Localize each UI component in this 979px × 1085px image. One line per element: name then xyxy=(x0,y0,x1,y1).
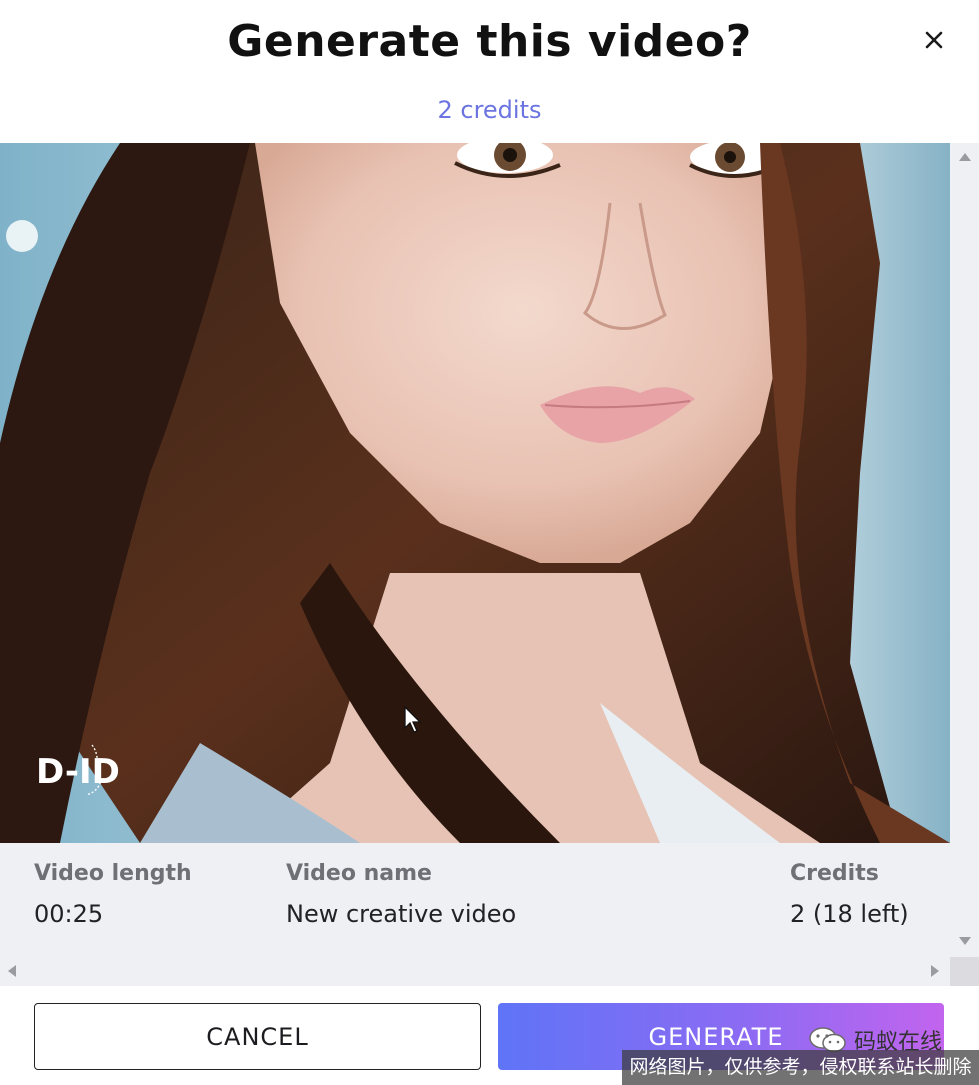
close-icon[interactable] xyxy=(918,24,950,56)
dialog-header: Generate this video? 2 credits xyxy=(0,0,979,143)
copyright-notice: 网络图片，仅供参考，侵权联系站长删除 xyxy=(622,1050,979,1085)
dialog-title: Generate this video? xyxy=(227,16,752,67)
scroll-up-icon[interactable] xyxy=(959,153,971,161)
credits-cost: 2 credits xyxy=(437,96,542,124)
video-name-label: Video name xyxy=(286,861,432,886)
generate-video-dialog: Generate this video? 2 credits D-ID Vide… xyxy=(0,0,979,1085)
scroll-right-icon[interactable] xyxy=(931,965,939,977)
credits-label: Credits xyxy=(790,861,879,886)
credits-value: 2 (18 left) xyxy=(790,900,909,928)
scroll-down-icon[interactable] xyxy=(959,937,971,945)
generate-button-label: GENERATE xyxy=(648,1022,784,1051)
video-info: Video length 00:25 Video name New creati… xyxy=(0,843,950,955)
scroll-left-icon[interactable] xyxy=(8,965,16,977)
video-name-value: New creative video xyxy=(286,900,517,928)
horizontal-scrollbar[interactable] xyxy=(0,955,950,986)
video-name-group: Video name New creative video xyxy=(286,861,516,928)
svg-text:D-ID: D-ID xyxy=(36,752,120,792)
cancel-button[interactable]: CANCEL xyxy=(34,1003,481,1070)
video-length-group: Video length 00:25 xyxy=(34,861,192,928)
did-logo: D-ID xyxy=(36,744,120,796)
vertical-scrollbar[interactable] xyxy=(950,143,979,955)
mouse-cursor-icon xyxy=(404,706,422,733)
scrollbar-corner xyxy=(950,957,979,986)
video-length-label: Video length xyxy=(34,861,192,886)
credits-group: Credits 2 (18 left) xyxy=(790,861,909,928)
scroll-area[interactable]: D-ID Video length 00:25 Video name New c… xyxy=(0,143,979,986)
video-preview-image: D-ID xyxy=(0,143,950,843)
video-length-value: 00:25 xyxy=(34,900,104,928)
